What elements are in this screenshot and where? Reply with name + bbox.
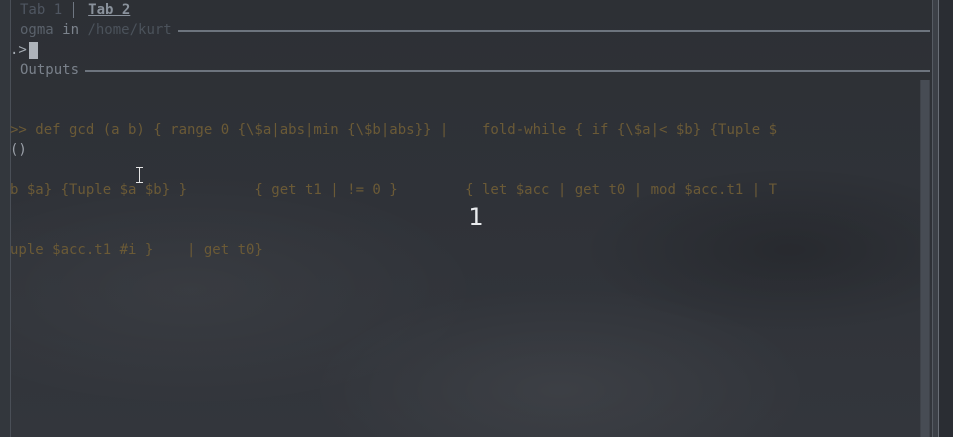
- output-line: >> def gcd (a b) { range 0 {\$a|abs|min …: [10, 122, 778, 138]
- status-divider: [177, 29, 930, 32]
- output-line: uple $acc.t1 #i } | get t0}: [10, 242, 263, 258]
- output-result: (): [10, 142, 27, 158]
- output-scrollbar-thumb[interactable]: [921, 80, 929, 437]
- current-directory: /home/kurt: [87, 22, 172, 38]
- prompt-symbol: .>: [10, 42, 27, 58]
- outputs-header: Outputs: [20, 60, 930, 80]
- overlay-number: 1: [468, 203, 484, 231]
- block-cursor: [28, 41, 38, 59]
- status-in-keyword: in: [62, 22, 80, 38]
- command-prompt[interactable]: .>: [10, 40, 38, 60]
- text-cursor-icon: [135, 167, 144, 183]
- outputs-divider: [85, 69, 930, 72]
- output-log[interactable]: >> def gcd (a b) { range 0 {\$a|abs|min …: [10, 80, 919, 280]
- tab-separator: [73, 2, 75, 18]
- screen-right-edge: [938, 0, 953, 437]
- outputs-label: Outputs: [20, 62, 80, 78]
- status-line: ogma in /home/kurt: [20, 20, 930, 40]
- output-line: b $a} {Tuple $a $b} } { get t1 | != 0 } …: [10, 182, 778, 198]
- tab-2[interactable]: Tab 2: [88, 2, 130, 18]
- tab-bar: Tab 1 Tab 2: [20, 1, 130, 19]
- status-user: ogma: [20, 22, 54, 38]
- tab-1[interactable]: Tab 1: [20, 2, 62, 18]
